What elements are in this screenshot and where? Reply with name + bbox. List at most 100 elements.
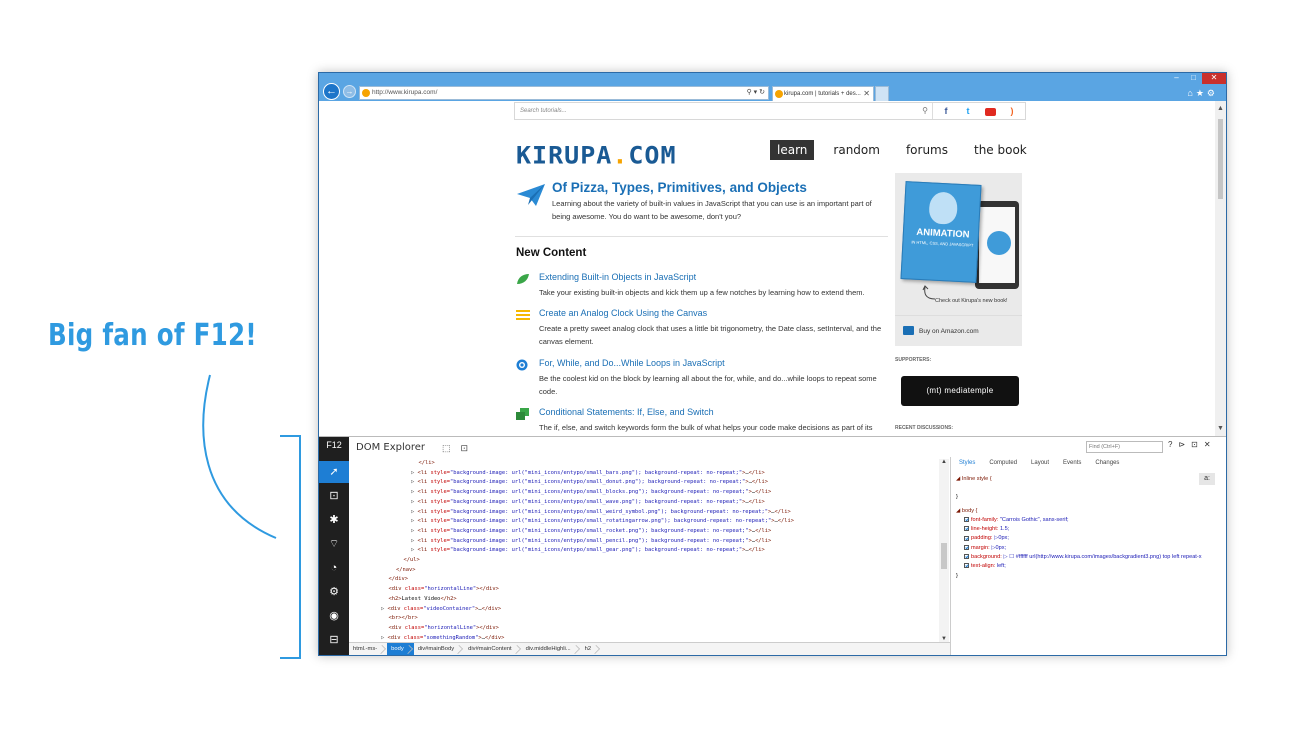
devtools-controls[interactable]: ?⊳⊡✕ [1168,440,1217,449]
breadcrumb-item[interactable]: div#mainBody [414,643,464,655]
tab-changes[interactable]: Changes [1095,460,1119,466]
breadcrumb-item[interactable]: h2 [581,643,601,655]
dom-tree-scrollbar[interactable]: ▲ ▼ [939,459,949,642]
style-property[interactable]: margin: ▷0px; [956,544,1218,553]
featured-description: Learning about the variety of built-in v… [552,199,872,221]
nav-the-book[interactable]: the book [967,140,1034,160]
minimize-button[interactable]: – [1168,73,1185,84]
dom-node[interactable]: <div class="horizontalLine"></div> [351,624,949,634]
property-checkbox[interactable] [964,554,969,560]
dom-node[interactable]: ▷ <li style="background-image: url("mini… [351,508,949,518]
mediatemple-logo[interactable]: (mt) mediatemple [901,376,1019,406]
dom-node[interactable]: ▷ <li style="background-image: url("mini… [351,498,949,508]
property-checkbox[interactable] [964,544,969,550]
tab-kirupa[interactable]: kirupa.com | tutorials + des... ✕ [772,86,874,101]
scroll-up-icon[interactable]: ▲ [1215,105,1226,112]
tree-scroll-up-icon[interactable]: ▲ [939,459,949,465]
address-tools-icon[interactable]: ⚲ ▾ ↻ [747,87,765,99]
tab-layout[interactable]: Layout [1031,460,1049,466]
dom-node[interactable]: </div> [351,575,949,585]
dom-node[interactable]: <br></br> [351,614,949,624]
nav-random[interactable]: random [826,140,887,160]
dom-node[interactable]: ▷ <li style="background-image: url("mini… [351,469,949,479]
dom-node[interactable]: <div class="horizontalLine"></div> [351,585,949,595]
tab-computed[interactable]: Computed [989,460,1017,466]
breadcrumb-item[interactable]: body [387,643,414,655]
dom-node[interactable]: ▷ <li style="background-image: url("mini… [351,537,949,547]
profiler-icon[interactable]: ⚙ [319,581,349,603]
dom-node[interactable]: ▷ <li style="background-image: url("mini… [351,527,949,537]
book-promo[interactable]: ANIMATION IN HTML, CSS, AND JAVASCRIPT C… [895,173,1022,346]
pane-splitter[interactable] [950,457,951,655]
dom-node[interactable]: ▷ <li style="background-image: url("mini… [351,488,949,498]
youtube-icon[interactable] [979,103,1001,119]
home-favorites-settings-icons[interactable]: ⌂★⚙ [1187,88,1218,99]
property-checkbox[interactable] [964,535,969,541]
item-title[interactable]: For, While, and Do...While Loops in Java… [539,358,725,368]
dom-node[interactable]: <h2>Latest Video</h2> [351,595,949,605]
tab-events[interactable]: Events [1063,460,1081,466]
dom-node[interactable]: ▷ <div class="videoContainer">…</div> [351,605,949,615]
facebook-icon[interactable]: f [935,103,957,119]
window-controls: – □ ✕ [1168,73,1226,85]
inline-style-rule[interactable]: ◢ Inline style { [956,475,1218,484]
twitter-icon[interactable]: t [957,103,979,119]
memory-icon[interactable]: ◉ [319,605,349,627]
dom-token: "background-image: url("mini_icons/entyp… [449,479,746,486]
nav-forums[interactable]: forums [899,140,955,160]
breadcrumb-item[interactable]: div#mainContent [464,643,522,655]
dom-token: "background-image: url("mini_icons/entyp… [449,469,743,476]
style-property[interactable]: line-height: 1.5; [956,525,1218,534]
find-input[interactable]: Find (Ctrl+F) [1086,441,1163,453]
tree-scroll-thumb[interactable] [941,543,947,569]
ui-responsiveness-icon[interactable]: ◔ [319,557,349,579]
logo-part1: KIRUPA [516,141,613,170]
style-property[interactable]: background: ▷ ☐ #ffffff url(http://www.k… [956,553,1206,562]
item-title[interactable]: Create an Analog Clock Using the Canvas [539,308,707,318]
dom-explorer-icon[interactable]: ➚ [319,461,349,483]
site-logo[interactable]: KIRUPA.COM [516,142,677,170]
dom-node[interactable]: ▷ <div class="somethingRandom">…</div> [351,634,949,642]
buy-on-amazon-link[interactable]: Buy on Amazon.com [895,315,1022,346]
search-input[interactable]: Search tutorials... ⚲ [515,103,933,119]
search-placeholder: Search tutorials... [520,108,567,114]
debugger-icon[interactable]: ✱ [319,509,349,531]
close-window-button[interactable]: ✕ [1202,73,1226,84]
dom-node[interactable]: </ul> [351,556,949,566]
rss-icon[interactable]: ) [1001,103,1023,119]
dom-node[interactable]: ▷ <li style="background-image: url("mini… [351,478,949,488]
item-title[interactable]: Conditional Statements: If, Else, and Sw… [539,407,714,417]
style-property[interactable]: font-family: "Carrois Gothic", sans-seri… [956,516,1218,525]
dom-node[interactable]: ▷ <li style="background-image: url("mini… [351,517,949,527]
property-checkbox[interactable] [964,563,969,569]
select-element-icon[interactable]: ⬚⊡ [442,443,478,454]
body-rule-selector[interactable]: ◢ body { [956,507,1218,516]
style-property[interactable]: padding: ▷0px; [956,534,1218,543]
console-icon[interactable]: ⊡ [319,485,349,507]
breadcrumb-item[interactable]: html.-ms- [349,643,387,655]
item-title[interactable]: Extending Built-in Objects in JavaScript [539,272,696,282]
maximize-button[interactable]: □ [1185,73,1202,84]
property-checkbox[interactable] [964,516,969,522]
search-icon[interactable]: ⚲ [922,103,928,119]
property-checkbox[interactable] [964,526,969,532]
emulation-icon[interactable]: ⊟ [319,629,349,651]
scroll-down-icon[interactable]: ▼ [1215,425,1226,432]
tab-styles[interactable]: Styles [959,460,975,466]
forward-button[interactable]: → [343,85,356,98]
dom-node[interactable]: </nav> [351,566,949,576]
dom-node[interactable]: ▷ <li style="background-image: url("mini… [351,546,949,556]
network-icon[interactable]: ⌔ [319,533,349,555]
new-tab-button[interactable] [875,86,889,101]
tab-close-icon[interactable]: ✕ [863,87,870,101]
breadcrumb-item[interactable]: div.middleHighli... [522,643,581,655]
address-bar[interactable]: http://www.kirupa.com/ ⚲ ▾ ↻ [359,86,769,100]
nav-learn[interactable]: learn [770,140,815,160]
page-scrollbar[interactable]: ▲ ▼ [1215,101,1226,436]
dom-tree[interactable]: </li> ▷ <li style="background-image: url(… [351,459,949,642]
featured-title[interactable]: Of Pizza, Types, Primitives, and Objects [552,180,807,195]
back-button[interactable]: ← [323,83,340,100]
scroll-thumb[interactable] [1218,119,1223,199]
dom-node[interactable]: </li> [351,459,949,469]
style-property[interactable]: text-align: left; [956,562,1218,571]
